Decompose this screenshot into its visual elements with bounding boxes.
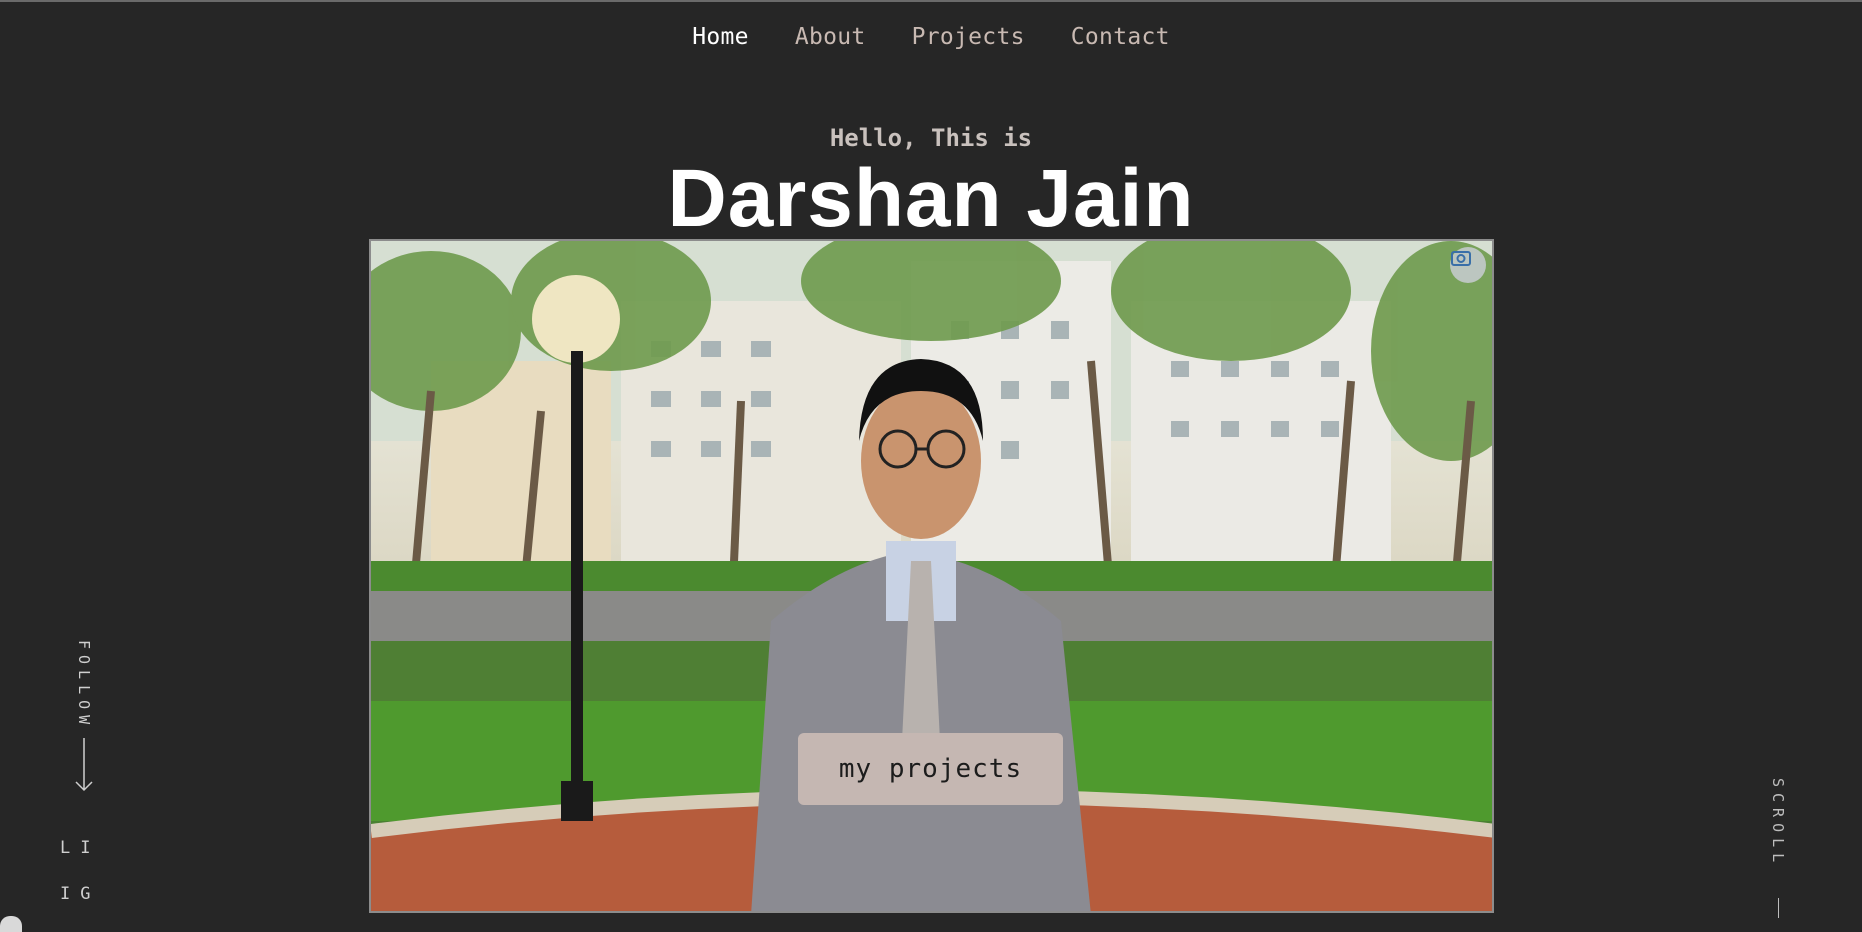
my-projects-button[interactable]: my projects [798,733,1063,805]
main-nav: Home About Projects Contact [0,24,1862,50]
scroll-indicator[interactable]: SCROLL [1764,778,1792,919]
nav-about[interactable]: About [795,24,866,50]
arrow-down-icon [75,738,93,792]
nav-projects[interactable]: Projects [912,24,1025,50]
follow-sidebar: FOLLOW [70,640,98,794]
hero-name: Darshan Jain [667,153,1195,244]
top-border [0,0,1862,2]
social-link-li[interactable]: LI [60,838,100,858]
scroll-line [1777,898,1779,919]
photo-scene [371,241,1492,911]
hero-greeting: Hello, This is [829,124,1033,152]
nav-home[interactable]: Home [692,24,749,50]
corner-widget [0,916,22,932]
follow-label: FOLLOW [75,640,93,731]
social-link-ig[interactable]: IG [60,884,100,904]
camera-icon[interactable] [1450,247,1486,283]
scroll-label: SCROLL [1769,778,1787,869]
profile-photo [369,239,1494,913]
nav-contact[interactable]: Contact [1071,24,1170,50]
